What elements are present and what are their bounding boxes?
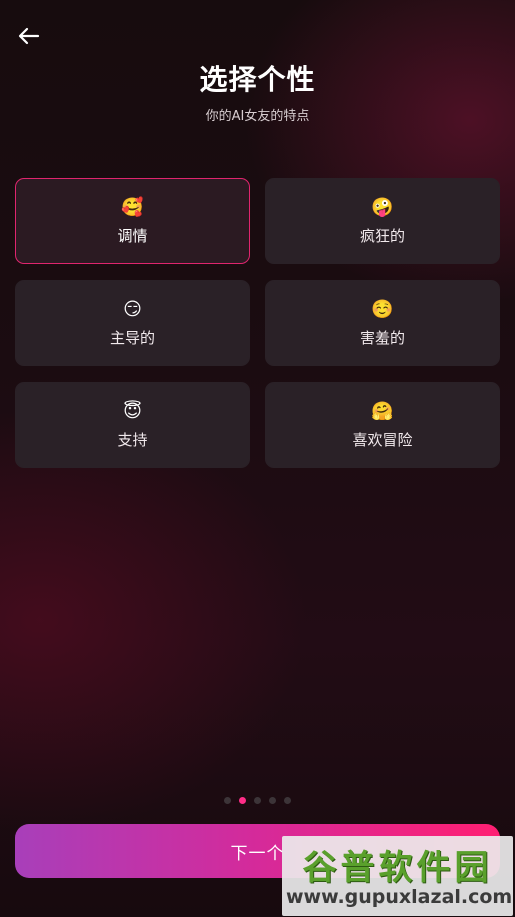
personality-card-shy[interactable]: ☺️ 害羞的 [265, 280, 500, 366]
page-indicator [0, 797, 515, 804]
personality-card-flirty[interactable]: 🥰 调情 [15, 178, 250, 264]
personality-label: 害羞的 [359, 328, 405, 347]
personality-card-supportive[interactable]: 😇 支持 [15, 382, 250, 468]
blushing-face-icon: ☺️ [371, 298, 394, 320]
page-subtitle: 你的AI女友的特点 [205, 109, 310, 124]
page-dot[interactable] [224, 797, 231, 804]
personality-label: 疯狂的 [359, 226, 405, 245]
personality-card-dominant[interactable]: 😏 主导的 [15, 280, 250, 366]
personality-label: 喜欢冒险 [352, 430, 413, 449]
page-dot[interactable] [269, 797, 276, 804]
personality-card-crazy[interactable]: 🤪 疯狂的 [265, 178, 500, 264]
smiling-hearts-icon: 🥰 [121, 196, 144, 218]
back-button[interactable] [14, 22, 44, 50]
watermark-url: www.gupuxlazal.com [286, 886, 513, 908]
personality-label: 主导的 [109, 328, 155, 347]
watermark: 谷普软件园 www.gupuxlazal.com [282, 836, 513, 916]
page-dot-active[interactable] [239, 797, 246, 804]
halo-face-icon: 😇 [123, 400, 142, 422]
personality-card-adventurous[interactable]: 🤗 喜欢冒险 [265, 382, 500, 468]
hugging-face-icon: 🤗 [371, 400, 394, 422]
page-dot[interactable] [254, 797, 261, 804]
personality-label: 调情 [117, 226, 148, 245]
page-dot[interactable] [284, 797, 291, 804]
arrow-left-icon [18, 27, 40, 45]
smirk-face-icon: 😏 [123, 298, 142, 320]
watermark-logo: 谷普软件园 [302, 848, 493, 888]
personality-grid: 🥰 调情 🤪 疯狂的 😏 主导的 ☺️ 害羞的 😇 支持 🤗 喜欢冒险 [15, 178, 500, 468]
personality-label: 支持 [117, 430, 148, 449]
zany-face-icon: 🤪 [371, 196, 394, 218]
next-button-label: 下一个 [230, 843, 285, 864]
page-title: 选择个性 [199, 63, 316, 96]
